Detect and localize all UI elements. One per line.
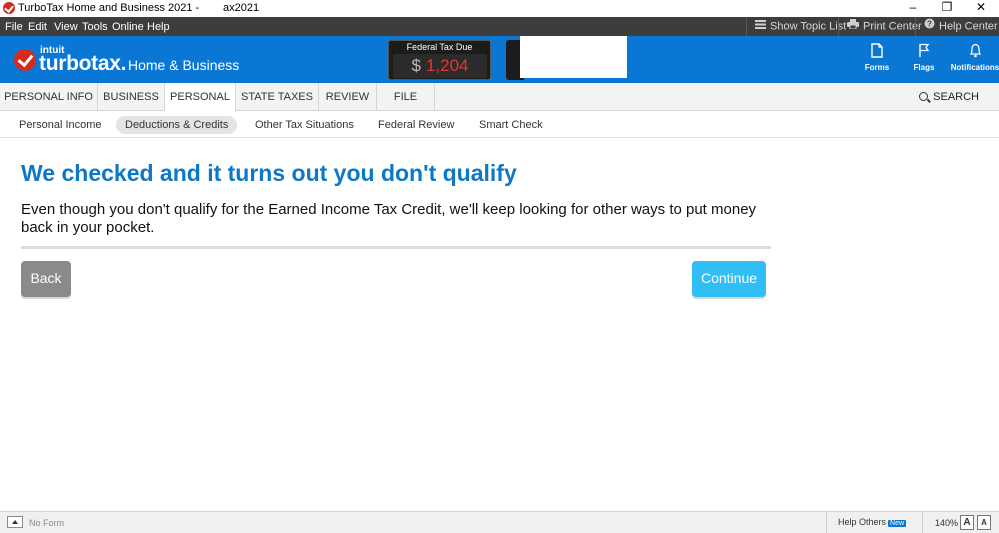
tab-personal-info[interactable]: PERSONAL INFO	[0, 83, 98, 111]
search-icon	[919, 92, 929, 101]
new-badge: New	[888, 520, 907, 527]
turbotax-window: TurboTax Home and Business 2021 - ax2021…	[0, 0, 999, 533]
menu-edit[interactable]: Edit	[28, 21, 47, 33]
list-icon	[755, 17, 766, 36]
federal-tax-due-value: $1,204	[393, 54, 487, 78]
federal-tax-due-label: Federal Tax Due	[406, 42, 473, 52]
subnav-smart-check[interactable]: Smart Check	[479, 116, 543, 134]
status-separator	[826, 512, 827, 533]
svg-text:?: ?	[927, 20, 932, 29]
show-topic-list-button[interactable]: Show Topic List	[746, 17, 846, 36]
help-others-label: Help Others	[838, 517, 887, 527]
search-label: SEARCH	[933, 91, 979, 103]
title-bar: TurboTax Home and Business 2021 - ax2021…	[0, 0, 999, 17]
tab-state-taxes[interactable]: STATE TAXES	[236, 83, 319, 111]
bell-icon	[969, 43, 981, 58]
tax-amount: 1,204	[425, 56, 469, 75]
continue-button[interactable]: Continue	[692, 261, 766, 297]
window-title: TurboTax Home and Business 2021 -	[18, 2, 200, 14]
tab-personal[interactable]: PERSONAL	[165, 83, 236, 112]
subnav-deductions-credits[interactable]: Deductions & Credits	[116, 116, 238, 134]
status-bar: No Form Help Others New 140% A A	[0, 511, 999, 533]
help-others-link[interactable]: Help Others New	[838, 517, 907, 527]
subnav-federal-review[interactable]: Federal Review	[378, 116, 454, 134]
tab-business[interactable]: BUSINESS	[98, 83, 165, 111]
flags-label: Flags	[913, 63, 935, 72]
expand-up-icon[interactable]	[7, 516, 23, 528]
forms-label: Forms	[864, 63, 890, 72]
forms-icon	[871, 43, 883, 58]
show-topic-list-label: Show Topic List	[770, 20, 847, 33]
restore-button[interactable]: ❐	[932, 0, 962, 17]
menu-view[interactable]: View	[54, 21, 78, 33]
form-status: No Form	[29, 518, 65, 528]
menu-online[interactable]: Online	[112, 21, 144, 33]
back-button[interactable]: Back	[21, 261, 71, 297]
window-title-suffix: ax2021	[223, 2, 260, 14]
subnav-other-tax-situations[interactable]: Other Tax Situations	[255, 116, 354, 134]
print-center-label: Print Center	[863, 20, 922, 33]
flags-button[interactable]: Flags	[899, 43, 949, 72]
status-separator	[922, 512, 923, 533]
notifications-button[interactable]: Notifications	[950, 43, 999, 72]
font-decrease-button[interactable]: A	[977, 515, 991, 530]
tab-review[interactable]: REVIEW	[319, 83, 377, 111]
zoom-level: 140%	[935, 518, 959, 528]
turbotax-wordmark: turbotax.	[39, 52, 127, 75]
turbotax-check-logo-icon	[14, 49, 36, 71]
search-button[interactable]: SEARCH	[919, 83, 979, 111]
edition-name: Home & Business	[128, 57, 240, 73]
printer-icon	[847, 17, 859, 36]
sub-navigation: Personal Income Deductions & Credits Oth…	[0, 112, 999, 138]
menu-tools[interactable]: Tools	[82, 21, 108, 33]
font-increase-button[interactable]: A	[960, 515, 974, 530]
flag-icon	[919, 43, 930, 57]
forms-button[interactable]: Forms	[852, 43, 902, 72]
notifications-label: Notifications	[950, 63, 999, 72]
page-body-text: Even though you don't qualify for the Ea…	[21, 201, 757, 236]
menu-bar: File Edit View Tools Online Help Show To…	[0, 17, 999, 36]
subnav-personal-income[interactable]: Personal Income	[19, 116, 102, 134]
brand-header: intuit turbotax. Home & Business Federal…	[0, 36, 999, 83]
content-divider	[21, 246, 771, 249]
federal-tax-due-box[interactable]: Federal Tax Due $1,204	[388, 40, 491, 80]
turbotax-app-icon	[3, 2, 15, 14]
redacted-area	[520, 36, 627, 78]
print-center-button[interactable]: Print Center	[838, 17, 922, 36]
help-icon: ?	[924, 17, 935, 36]
help-center-label: Help Center	[939, 20, 998, 33]
help-center-button[interactable]: ? Help Center	[915, 17, 998, 36]
tax-currency: $	[411, 56, 421, 75]
minimize-button[interactable]: –	[898, 0, 928, 17]
main-tab-bar: PERSONAL INFO BUSINESS PERSONAL STATE TA…	[0, 83, 999, 112]
menu-help[interactable]: Help	[147, 21, 170, 33]
close-button[interactable]: ✕	[966, 0, 996, 17]
tab-file[interactable]: FILE	[377, 83, 435, 111]
page-title: We checked and it turns out you don't qu…	[21, 160, 517, 186]
menu-file[interactable]: File	[5, 21, 23, 33]
